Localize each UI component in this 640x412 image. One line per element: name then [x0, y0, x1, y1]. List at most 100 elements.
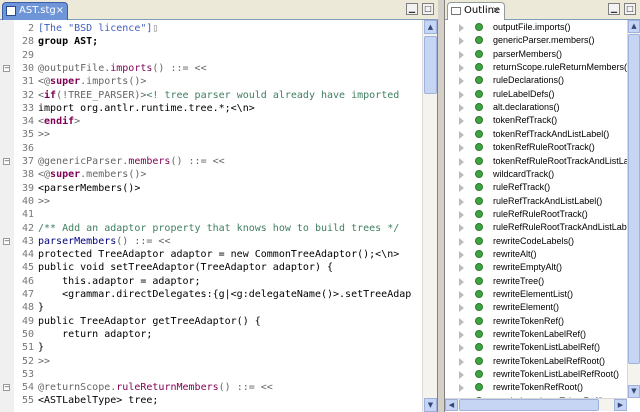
expand-arrow-icon[interactable] — [459, 24, 464, 32]
outline-vertical-scrollbar[interactable]: ▲ ▼ — [627, 20, 640, 398]
expand-arrow-icon[interactable] — [459, 317, 464, 326]
outline-item[interactable]: rewriteElementList() — [445, 288, 627, 301]
outline-item[interactable]: alt.declarations() — [445, 101, 627, 114]
outline-item[interactable]: rewriteTokenRefRoot() — [445, 381, 627, 394]
outline-item[interactable]: rewriteTokenListLabelRef() — [445, 341, 627, 354]
scroll-down-arrow-icon[interactable]: ▼ — [424, 398, 437, 412]
close-icon[interactable]: × — [492, 3, 500, 19]
expand-arrow-icon[interactable] — [459, 50, 464, 59]
outline-item[interactable]: tokenRefRuleRootTrackAndListLabel() — [445, 155, 627, 168]
expand-arrow-icon[interactable] — [459, 357, 464, 366]
scrollbar-thumb[interactable] — [424, 36, 437, 94]
outline-tab[interactable]: Outline × — [447, 2, 505, 20]
scrollbar-thumb[interactable] — [628, 34, 640, 364]
code-line[interactable]: 49 public TreeAdaptor getTreeAdaptor() { — [14, 315, 261, 328]
expand-arrow-icon[interactable] — [459, 90, 464, 99]
expand-arrow-icon[interactable] — [459, 144, 464, 153]
outline-item[interactable]: rewriteTokenRef() — [445, 315, 627, 328]
expand-arrow-icon[interactable] — [459, 277, 464, 286]
expand-arrow-icon[interactable] — [459, 237, 464, 246]
editor-tab-ast-stg[interactable]: AST.stg × — [2, 2, 68, 20]
expand-arrow-icon[interactable] — [459, 197, 464, 206]
outline-item[interactable]: rewriteElement() — [445, 301, 627, 314]
outline-item[interactable]: ruleRefRuleRootTrackAndListLabel() — [445, 221, 627, 234]
expand-arrow-icon[interactable] — [459, 77, 464, 86]
scroll-up-arrow-icon[interactable]: ▲ — [424, 20, 437, 34]
outline-item[interactable]: ruleLabelDefs() — [445, 88, 627, 101]
expand-arrow-icon[interactable] — [459, 64, 464, 73]
code-line[interactable]: 41 — [14, 208, 38, 221]
outline-item[interactable]: rewriteTokenListLabelRefRoot() — [445, 368, 627, 381]
fold-toggle-icon[interactable]: − — [3, 384, 10, 392]
fold-toggle-icon[interactable]: − — [3, 158, 10, 165]
code-line[interactable]: 33 import org.antlr.runtime.tree.*;<\n> — [14, 102, 255, 115]
outline-item[interactable]: rewriteAlt() — [445, 248, 627, 261]
code-line[interactable]: 46 this.adaptor = adaptor; — [14, 275, 201, 288]
outline-item[interactable]: ruleRefTrackAndListLabel() — [445, 195, 627, 208]
expand-arrow-icon[interactable] — [459, 371, 464, 380]
expand-arrow-icon[interactable] — [459, 250, 464, 259]
outline-item[interactable]: parserMembers() — [445, 48, 627, 61]
fold-toggle-icon[interactable]: − — [3, 237, 10, 245]
expand-arrow-icon[interactable] — [459, 344, 464, 353]
code-line[interactable]: 55 <ASTLabelType> tree; — [14, 394, 158, 407]
scrollbar-thumb[interactable] — [459, 399, 599, 411]
code-line[interactable]: 52 >> — [14, 355, 50, 368]
code-line[interactable]: 36 — [14, 142, 38, 155]
code-line[interactable]: 38 <@super.members()> — [14, 168, 146, 181]
minimize-button[interactable]: ▁ — [608, 3, 620, 15]
expand-arrow-icon[interactable] — [459, 224, 464, 233]
code-line[interactable]: 30 @outputFile.imports() ::= << — [14, 62, 207, 75]
expand-arrow-icon[interactable] — [459, 264, 464, 273]
expand-arrow-icon[interactable] — [459, 184, 464, 193]
expand-arrow-icon[interactable] — [459, 291, 464, 299]
code-line[interactable]: 45 public void setTreeAdaptor(TreeAdaptor… — [14, 261, 333, 274]
outline-item[interactable]: ruleDeclarations() — [445, 74, 627, 87]
outline-item[interactable]: outputFile.imports() — [445, 21, 627, 34]
code-line[interactable]: 42 /** Add an adaptor property that knows… — [14, 222, 399, 235]
expand-arrow-icon[interactable] — [459, 37, 464, 46]
code-line[interactable]: 34 <endif> — [14, 115, 80, 128]
code-line[interactable]: 31 <@super.imports()> — [14, 75, 146, 88]
outline-item[interactable]: rewriteTokenLabelRef() — [445, 328, 627, 341]
scroll-left-arrow-icon[interactable]: ◀ — [445, 399, 458, 411]
code-line[interactable]: 43 parserMembers() ::= << — [14, 235, 171, 248]
expand-arrow-icon[interactable] — [459, 170, 464, 179]
expand-arrow-icon[interactable] — [459, 210, 464, 219]
maximize-button[interactable]: □ — [624, 3, 636, 15]
scroll-right-arrow-icon[interactable]: ▶ — [614, 399, 627, 411]
code-line[interactable]: 2 [The "BSD licence"]▯ — [14, 22, 158, 35]
expand-arrow-icon[interactable] — [459, 384, 464, 393]
code-line[interactable]: 44 protected TreeAdaptor adaptor = new Co… — [14, 248, 399, 261]
outline-item[interactable]: rewriteTree() — [445, 275, 627, 288]
outline-item[interactable]: tokenRefTrackAndListLabel() — [445, 128, 627, 141]
outline-item[interactable]: tokenRefTrack() — [445, 114, 627, 127]
code-line[interactable]: 50 return adaptor; — [14, 328, 152, 341]
code-line[interactable]: 53 — [14, 368, 38, 381]
code-line[interactable]: 40 >> — [14, 195, 50, 208]
expand-arrow-icon[interactable] — [459, 157, 464, 166]
scroll-down-arrow-icon[interactable]: ▼ — [628, 385, 640, 398]
code-line[interactable]: 39 <parserMembers()> — [14, 182, 140, 195]
code-line[interactable]: 28 group AST; — [14, 35, 98, 48]
outline-horizontal-scrollbar[interactable]: ◀ ▶ — [445, 398, 627, 411]
code-area[interactable]: 2 [The "BSD licence"]▯ 28 group AST; 29 30 @ou… — [14, 20, 422, 412]
fold-toggle-icon[interactable]: − — [3, 64, 10, 72]
outline-item[interactable]: rewriteTokenLabelRefRoot() — [445, 355, 627, 368]
editor-vertical-scrollbar[interactable]: ▲ ▼ — [422, 20, 437, 412]
scroll-up-arrow-icon[interactable]: ▲ — [628, 20, 640, 33]
code-line[interactable]: 48} — [14, 301, 44, 314]
expand-arrow-icon[interactable] — [459, 104, 464, 113]
outline-item[interactable]: ruleRefRuleRootTrack() — [445, 208, 627, 221]
code-line[interactable]: 29 — [14, 49, 38, 62]
minimize-button[interactable]: ▁ — [406, 3, 418, 15]
expand-arrow-icon[interactable] — [459, 331, 464, 340]
code-line[interactable]: 35 >> — [14, 128, 50, 141]
code-line[interactable]: 32 <if(!TREE_PARSER)><! tree parser would… — [14, 89, 399, 102]
code-line[interactable]: 54 @returnScope.ruleReturnMembers() ::= <… — [14, 381, 273, 394]
expand-arrow-icon[interactable] — [459, 304, 464, 313]
outline-item[interactable]: returnScope.ruleReturnMembers() — [445, 61, 627, 74]
code-line[interactable]: 37 @genericParser.members() ::= << — [14, 155, 225, 168]
outline-item[interactable]: rewriteCodeLabels() — [445, 235, 627, 248]
close-icon[interactable]: × — [56, 3, 64, 19]
